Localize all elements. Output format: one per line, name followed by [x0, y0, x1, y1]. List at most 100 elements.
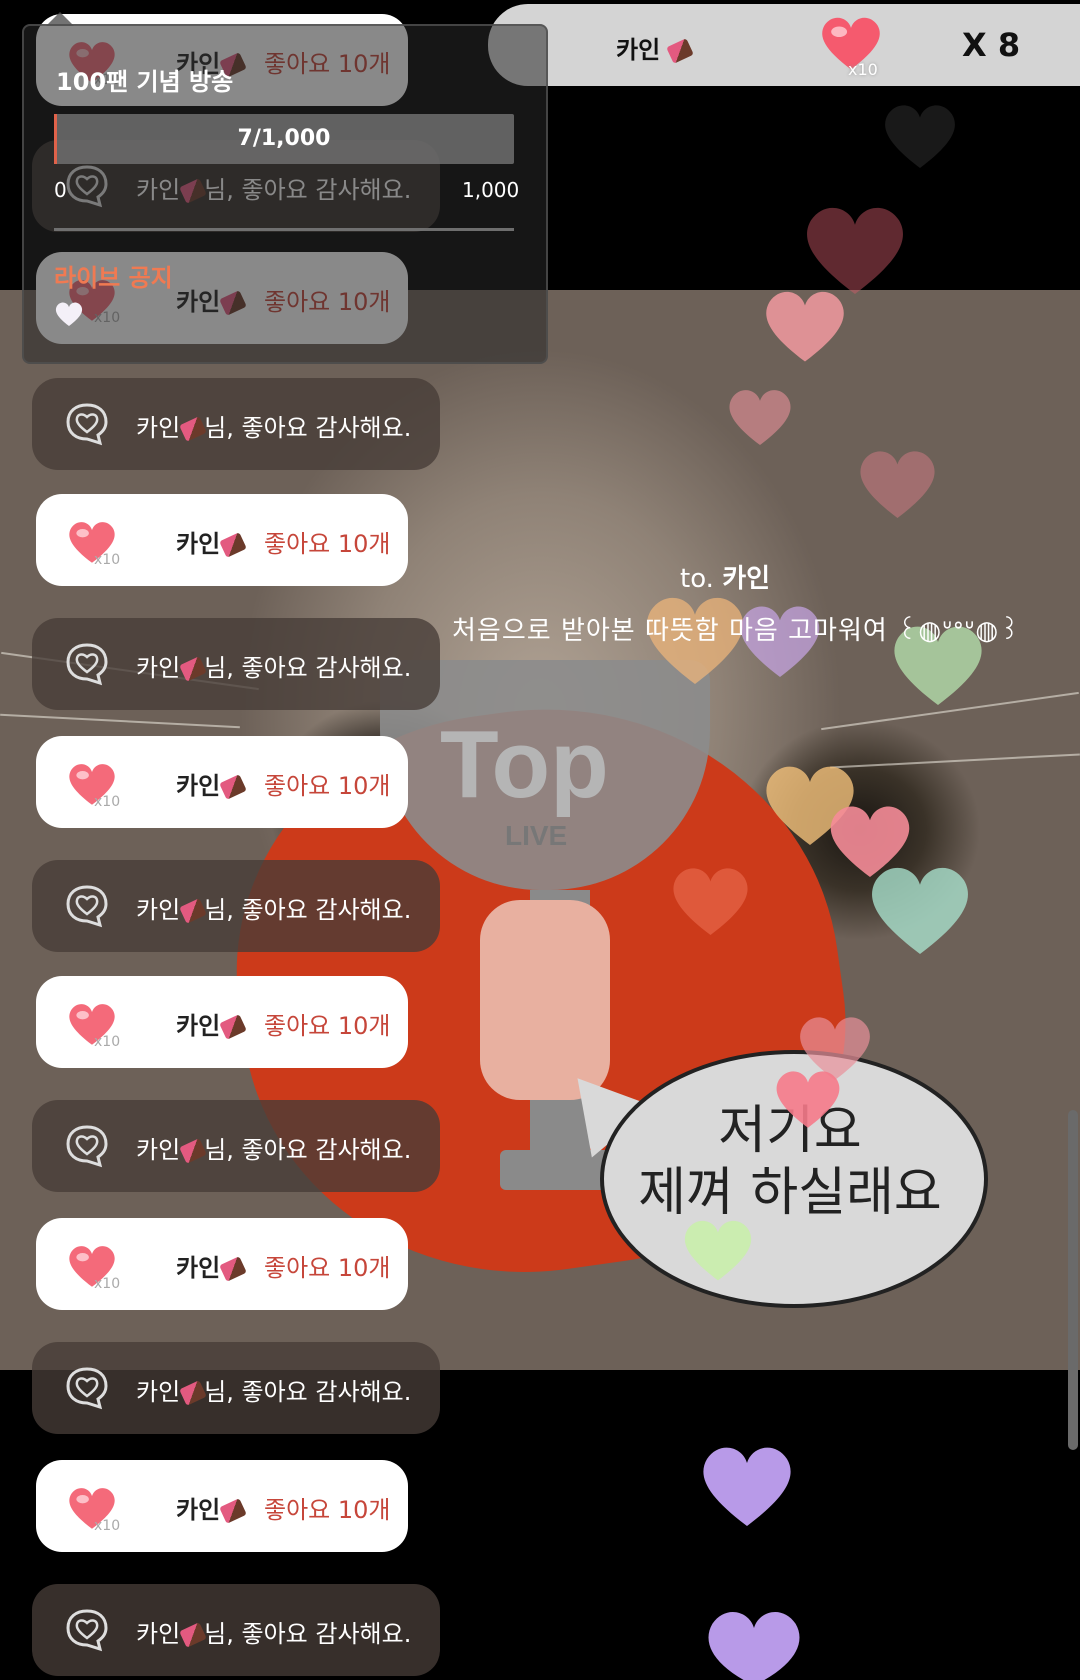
- floating-heart-icon: [708, 1611, 800, 1680]
- chat-thanks-item[interactable]: 카인 님, 좋아요 감사해요.: [32, 618, 440, 710]
- cat-whisker: [0, 713, 240, 729]
- heart-outline-icon: [66, 1367, 108, 1410]
- thanks-text: 님, 좋아요 감사해요.: [204, 896, 412, 924]
- like-multiplier-badge: x10: [94, 1518, 121, 1534]
- scrollbar[interactable]: [1068, 1110, 1078, 1450]
- message-to-prefix: to.: [680, 564, 714, 594]
- chat-sender-name: 카인: [136, 896, 181, 924]
- chat-sender-name: 카인: [176, 1012, 221, 1040]
- like-count-text: 좋아요 10개: [264, 1254, 391, 1282]
- progress-min-label: 0: [54, 178, 67, 202]
- thanks-text: 님, 좋아요 감사해요.: [204, 1378, 412, 1406]
- like-multiplier-badge: x10: [94, 794, 121, 810]
- thanks-text: 님, 좋아요 감사해요.: [204, 414, 412, 442]
- chat-sender-name: 카인: [136, 1620, 181, 1648]
- live-notice-title[interactable]: 라이브 공지: [54, 258, 173, 293]
- message-body: 처음으로 받아본 따뜻함 마음 고마워여 ꒰◍ᐡᐤᐡ◍꒱: [452, 616, 1021, 646]
- chat-thanks-item[interactable]: 카인 님, 좋아요 감사해요.: [32, 860, 440, 952]
- chocolate-icon: [179, 898, 207, 924]
- gift-multiplier-badge: x10: [848, 60, 878, 79]
- chat-thanks-message: 카인 님, 좋아요 감사해요.: [136, 890, 411, 925]
- chocolate-icon: [219, 774, 247, 800]
- chat-like-item[interactable]: x10 카인 좋아요 10개: [36, 1218, 408, 1310]
- heart-outline-icon: [66, 1609, 108, 1652]
- heart-outline-icon: [66, 1125, 108, 1168]
- panel-divider: [54, 228, 514, 231]
- chat-thanks-item[interactable]: 카인 님, 좋아요 감사해요.: [32, 1100, 440, 1192]
- floating-heart-icon: [703, 1447, 791, 1526]
- chocolate-icon: [179, 416, 207, 442]
- chat-sender: 카인: [176, 524, 247, 559]
- chat-sender-name: 카인: [136, 414, 181, 442]
- thanks-text: 님, 좋아요 감사해요.: [204, 1620, 412, 1648]
- like-multiplier-badge: x10: [94, 1276, 121, 1292]
- chat-sender-name: 카인: [176, 1496, 221, 1524]
- floating-heart-icon: [776, 1071, 840, 1128]
- chat-like-item[interactable]: x10 카인 좋아요 10개: [36, 976, 408, 1068]
- chocolate-icon: [219, 1498, 247, 1524]
- chat-sender-name: 카인: [176, 1254, 221, 1282]
- chat-sender: 카인: [176, 766, 247, 801]
- floating-heart-icon: [662, 1338, 734, 1378]
- floating-heart-icon: [684, 1220, 752, 1281]
- chocolate-icon: [179, 656, 207, 682]
- gift-count: X 8: [962, 26, 1021, 64]
- chat-thanks-message: 카인 님, 좋아요 감사해요.: [136, 408, 411, 443]
- trophy-text: Top: [440, 711, 609, 818]
- chat-sender: 카인: [176, 1490, 247, 1525]
- chocolate-icon: [219, 1014, 247, 1040]
- floating-heart-icon: [872, 867, 968, 954]
- like-count-text: 좋아요 10개: [264, 1496, 391, 1524]
- chat-thanks-message: 카인 님, 좋아요 감사해요.: [136, 1614, 411, 1649]
- floating-heart-icon: [673, 868, 748, 935]
- floating-heart-icon: [807, 207, 903, 294]
- chat-thanks-item[interactable]: 카인 님, 좋아요 감사해요.: [32, 378, 440, 470]
- broadcast-title: 100팬 기념 방송: [56, 68, 234, 96]
- like-multiplier-badge: x10: [94, 552, 121, 568]
- heart-outline-icon: [66, 403, 108, 446]
- chocolate-icon: [179, 1622, 207, 1648]
- chat-thanks-item[interactable]: 카인 님, 좋아요 감사해요.: [32, 1342, 440, 1434]
- chat-thanks-message: 카인 님, 좋아요 감사해요.: [136, 648, 411, 683]
- like-count-text: 좋아요 10개: [264, 1012, 391, 1040]
- progress-label: 7/1,000: [237, 126, 331, 151]
- chat-like-item[interactable]: x10 카인 좋아요 10개: [36, 736, 408, 828]
- chocolate-icon: [219, 532, 247, 558]
- message-recipient: to. 카인: [680, 558, 770, 595]
- speech-line-2: 제껴 하실래요: [638, 1163, 942, 1223]
- chat-sender-name: 카인: [176, 772, 221, 800]
- message-to-name: 카인: [722, 564, 771, 594]
- chat-thanks-message: 카인 님, 좋아요 감사해요.: [136, 1372, 411, 1407]
- chat-thanks-message: 카인 님, 좋아요 감사해요.: [136, 1130, 411, 1165]
- heart-outline-icon: [66, 885, 108, 928]
- chat-sender-name: 카인: [136, 654, 181, 682]
- thanks-text: 님, 좋아요 감사해요.: [204, 654, 412, 682]
- chat-sender-name: 카인: [136, 1378, 181, 1406]
- chocolate-icon: [179, 1380, 207, 1406]
- floating-heart-icon: [885, 105, 955, 168]
- chat-sender: 카인: [176, 1248, 247, 1283]
- progress-max-label: 1,000: [462, 178, 520, 202]
- chat-sender-name: 카인: [176, 530, 221, 558]
- floating-heart-icon: [729, 390, 791, 445]
- chat-sender: 카인: [176, 1006, 247, 1041]
- cat-whisker: [830, 753, 1080, 769]
- floating-heart-icon: [860, 451, 935, 518]
- gift-sender-label: 카인: [616, 36, 661, 64]
- chat-thanks-item[interactable]: 카인 님, 좋아요 감사해요.: [32, 1584, 440, 1676]
- chat-like-item[interactable]: x10 카인 좋아요 10개: [36, 1460, 408, 1552]
- thanks-text: 님, 좋아요 감사해요.: [204, 1136, 412, 1164]
- gift-sender-name: 카인: [616, 30, 694, 65]
- like-count-text: 좋아요 10개: [264, 772, 391, 800]
- like-count-text: 좋아요 10개: [264, 530, 391, 558]
- white-heart-icon: [55, 302, 83, 326]
- chat-sender-name: 카인: [136, 1136, 181, 1164]
- panel-caret: [46, 12, 74, 26]
- chocolate-icon: [219, 1256, 247, 1282]
- heart-outline-icon: [66, 643, 108, 686]
- floating-heart-icon: [766, 291, 844, 362]
- chocolate-icon: [179, 1138, 207, 1164]
- trophy-subtext: LIVE: [505, 820, 568, 851]
- gift-banner: 카인 x10 X 8: [488, 4, 1080, 86]
- chat-like-item[interactable]: x10 카인 좋아요 10개: [36, 494, 408, 586]
